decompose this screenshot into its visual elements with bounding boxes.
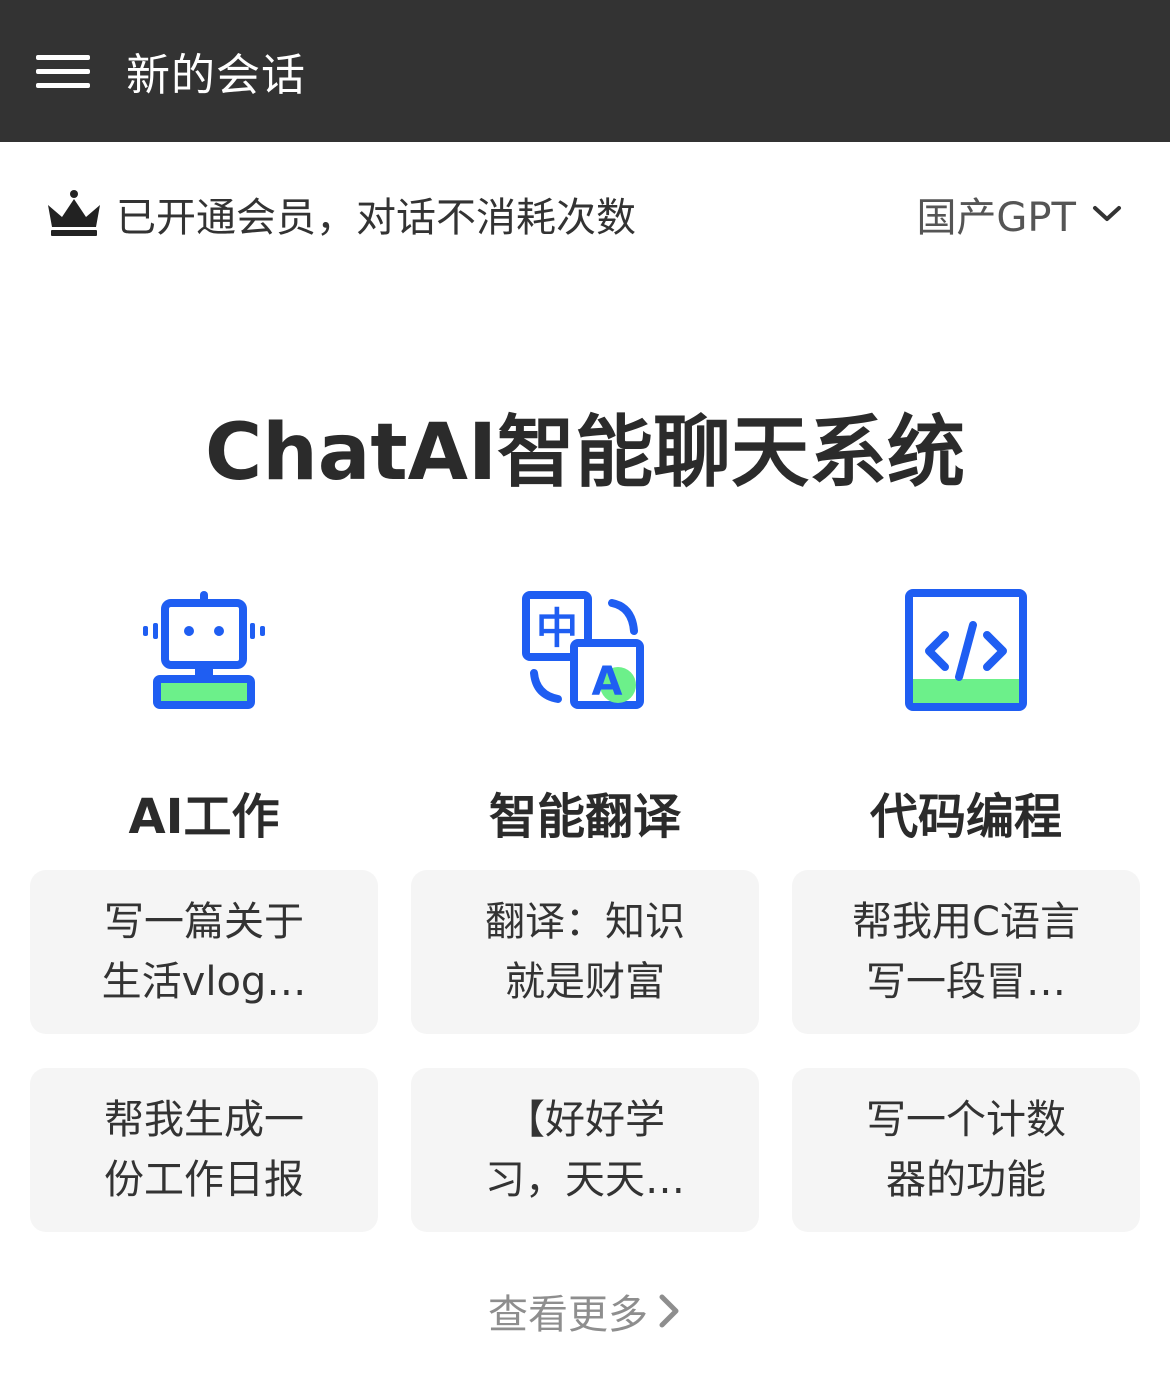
- feature-categories: AI工作 中 A 智能翻译 代码编程: [30, 585, 1140, 847]
- code-icon: [905, 589, 1027, 711]
- robot-icon: [143, 591, 265, 709]
- prompt-card[interactable]: 帮我用C语言写一段冒泡排序: [792, 870, 1140, 1034]
- prompt-card[interactable]: 写一个计数器的功能: [792, 1068, 1140, 1232]
- translate-icon: 中 A: [522, 591, 644, 709]
- feature-label: AI工作: [128, 789, 280, 845]
- prompt-text: 【好好学习，天天向上】...: [485, 1097, 685, 1203]
- prompt-row-1: 写一篇关于生活vlog脚本 翻译：知识就是财富 帮我用C语言写一段冒泡排序: [30, 870, 1140, 1034]
- prompt-text: 帮我生成一份工作日报: [104, 1097, 304, 1203]
- prompt-card[interactable]: 【好好学习，天天向上】...: [411, 1068, 759, 1232]
- prompt-row-2: 帮我生成一份工作日报 【好好学习，天天向上】... 写一个计数器的功能: [30, 1068, 1140, 1232]
- view-more-label: 查看更多: [488, 1292, 648, 1338]
- prompt-text: 翻译：知识就是财富: [485, 899, 685, 1005]
- prompt-text: 写一个计数器的功能: [866, 1097, 1066, 1203]
- prompt-card[interactable]: 翻译：知识就是财富: [411, 870, 759, 1034]
- prompt-text: 写一篇关于生活vlog脚本: [101, 899, 307, 1005]
- chevron-right-icon: [659, 1294, 679, 1328]
- svg-text:A: A: [592, 659, 623, 705]
- feature-translate[interactable]: 中 A 智能翻译: [411, 585, 759, 847]
- hamburger-menu-icon[interactable]: [36, 52, 90, 90]
- prompt-card[interactable]: 写一篇关于生活vlog脚本: [30, 870, 378, 1034]
- membership-status: 已开通会员，对话不消耗次数: [46, 185, 636, 243]
- membership-text: 已开通会员，对话不消耗次数: [116, 195, 636, 241]
- crown-icon: [48, 190, 100, 236]
- feature-ai-work[interactable]: AI工作: [30, 585, 378, 847]
- chevron-down-icon: [1093, 206, 1121, 221]
- top-bar: 新的会话: [0, 0, 1170, 142]
- main-title: ChatAI智能聊天系统: [204, 408, 966, 498]
- view-more-link[interactable]: 查看更多: [0, 1282, 1170, 1340]
- page-title: 新的会话: [126, 50, 306, 101]
- prompt-card[interactable]: 帮我生成一份工作日报: [30, 1068, 378, 1232]
- feature-code[interactable]: 代码编程: [792, 585, 1140, 847]
- prompt-text: 帮我用C语言写一段冒泡排序: [852, 899, 1080, 1005]
- feature-label: 代码编程: [869, 789, 1062, 845]
- model-selected-label: 国产GPT: [916, 195, 1076, 241]
- feature-label: 智能翻译: [488, 789, 681, 845]
- model-selector[interactable]: 国产GPT: [916, 185, 1124, 243]
- membership-row: 已开通会员，对话不消耗次数 国产GPT: [46, 184, 1124, 244]
